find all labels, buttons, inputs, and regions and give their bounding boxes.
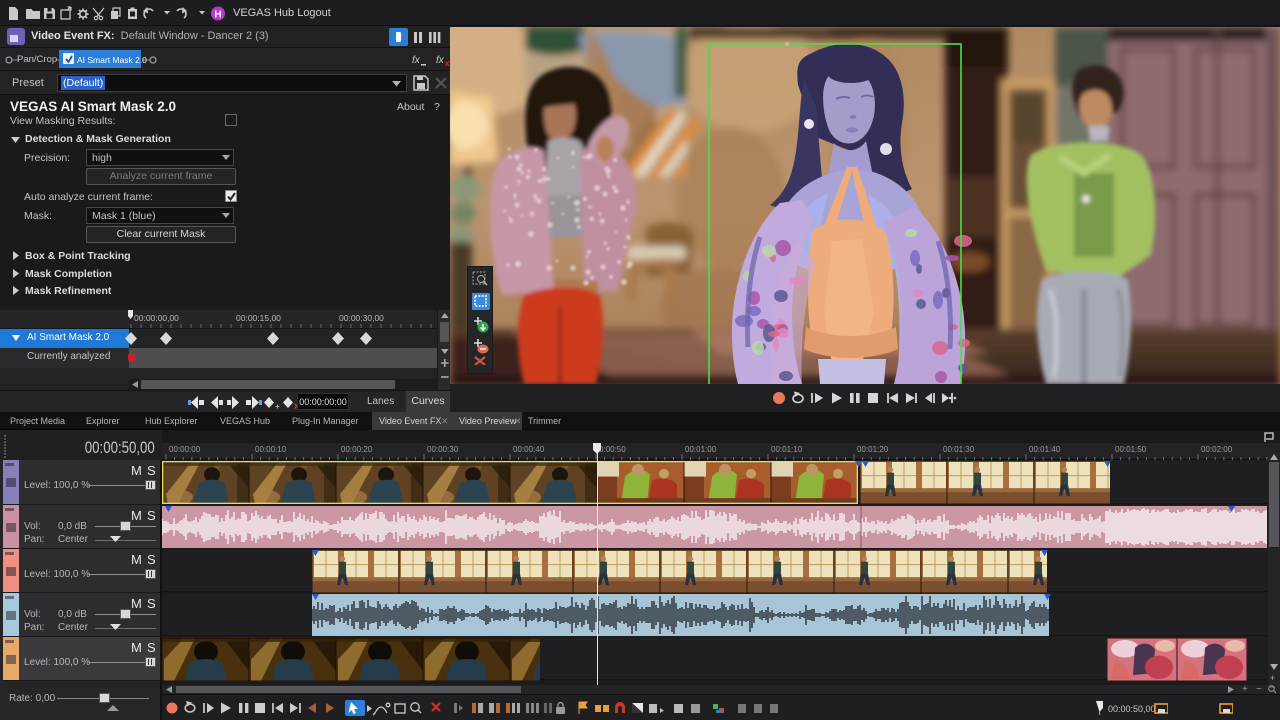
svg-text:fx: fx — [412, 55, 421, 66]
svg-text:+: + — [275, 402, 280, 410]
svg-text:00:00:00,00: 00:00:00,00 — [134, 313, 179, 323]
svg-text:fx: fx — [436, 55, 445, 66]
svg-text:H: H — [214, 10, 221, 21]
svg-text:00:00:30,00: 00:00:30,00 — [339, 313, 384, 323]
svg-text:00:00:15,00: 00:00:15,00 — [236, 313, 281, 323]
